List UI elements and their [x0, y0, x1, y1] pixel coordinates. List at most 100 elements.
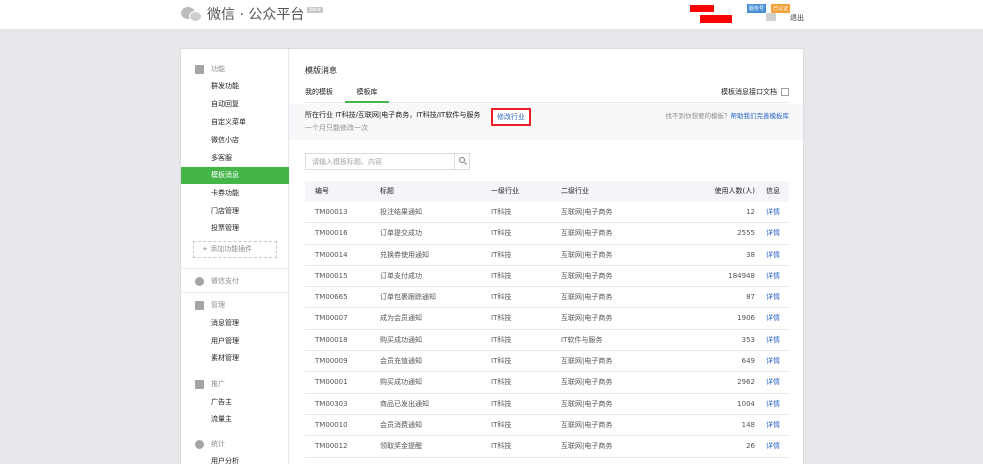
details-link[interactable]: 详情	[757, 245, 789, 265]
cell-title: 购买成功通知	[380, 335, 422, 344]
sidebar-group-wechat-pay[interactable]: 微信支付	[195, 276, 239, 286]
industry-panel: 所在行业 IT科技/互联网|电子商务，IT科技/IT软件与服务 修改行业 一个月…	[289, 104, 803, 140]
add-plugin-button[interactable]: + 添加功能插件	[193, 241, 277, 258]
modify-industry-button[interactable]: 修改行业	[491, 108, 531, 126]
sidebar: 功能 群发功能 自动回复 自定义菜单 微信小店 多客服 模板消息 卡券功能 门店…	[181, 49, 289, 464]
details-link[interactable]: 详情	[757, 223, 789, 243]
cell-industry-1: IT科技	[491, 420, 512, 429]
cell-users: 2555	[737, 229, 755, 238]
sidebar-item-customer-service[interactable]: 多客服	[181, 150, 289, 167]
cell-id: TM00009	[315, 357, 348, 366]
cell-industry-1: IT科技	[491, 229, 512, 238]
sidebar-item-auto-reply[interactable]: 自动回复	[181, 96, 289, 113]
details-link[interactable]: 详情	[757, 394, 789, 414]
cell-id: TM00010	[315, 420, 348, 429]
help-text: 找不到你想要的模板？帮助我们完善模板库	[665, 112, 790, 120]
document-icon	[781, 88, 789, 96]
cell-id: TM00012	[315, 442, 348, 451]
api-doc-link[interactable]: 模板消息接口文档	[721, 87, 789, 97]
cell-title: 兑换券使用通知	[380, 250, 429, 259]
cell-title: 会员消费通知	[380, 420, 422, 429]
help-improve-link[interactable]: 帮助我们完善模板库	[731, 112, 790, 120]
cell-industry-2: 互联网|电子商务	[561, 271, 613, 280]
sidebar-item-users[interactable]: 用户管理	[181, 333, 289, 350]
search-button[interactable]	[454, 154, 469, 169]
details-link[interactable]: 详情	[757, 287, 789, 307]
cell-title: 购买成功通知	[380, 378, 422, 387]
cell-industry-1: IT科技	[491, 399, 512, 408]
cell-industry-2: 互联网|电子商务	[561, 420, 613, 429]
cell-title: 投注结果通知	[380, 208, 422, 216]
cell-users: 148	[741, 420, 755, 429]
pie-chart-icon	[195, 439, 204, 449]
beta-badge: beta	[307, 7, 323, 13]
table-row: TM00013 投注结果通知 IT科技 互联网|电子商务 12 详情	[305, 202, 789, 224]
details-link[interactable]: 详情	[757, 202, 789, 222]
cell-title: 商品已发出通知	[380, 399, 429, 408]
details-link[interactable]: 详情	[757, 372, 789, 392]
sidebar-item-materials[interactable]: 素材管理	[181, 350, 289, 367]
tab-my-templates[interactable]: 我的模板	[305, 87, 333, 103]
sidebar-item-template-message[interactable]: 模板消息	[181, 167, 289, 184]
sidebar-item-shop[interactable]: 微信小店	[181, 132, 289, 149]
cell-title: 订单提交成功	[380, 229, 422, 238]
sidebar-group-features: 功能	[195, 64, 225, 74]
sidebar-item-coupons[interactable]: 卡券功能	[181, 185, 289, 202]
service-account-badge: 服务号	[747, 4, 767, 13]
cell-users: 87	[746, 293, 755, 302]
cell-industry-2: 互联网|电子商务	[561, 442, 613, 451]
cell-users: 649	[741, 357, 755, 366]
details-link[interactable]: 详情	[757, 351, 789, 371]
sidebar-item-stores[interactable]: 门店管理	[181, 203, 289, 220]
wechat-pay-icon	[195, 276, 204, 286]
search-input[interactable]	[306, 154, 454, 169]
cell-title: 订单包裹跟踪通知	[380, 293, 436, 302]
cell-title: 订单支付成功	[380, 271, 422, 280]
details-link[interactable]: 详情	[757, 330, 789, 350]
sidebar-item-custom-menu[interactable]: 自定义菜单	[181, 114, 289, 131]
cell-id: TM00018	[315, 335, 348, 344]
col-title: 标题	[380, 187, 394, 195]
table-row: TM00007 成为会员通知 IT科技 互联网|电子商务 1906 详情	[305, 308, 789, 330]
sidebar-group-manage: 管理	[195, 300, 225, 310]
sidebar-divider	[181, 268, 288, 269]
cell-industry-1: IT科技	[491, 293, 512, 302]
mail-icon[interactable]	[766, 13, 776, 21]
table-row: TM00012 领取奖金提醒 IT科技 互联网|电子商务 26 详情	[305, 436, 789, 458]
cell-id: TM00016	[315, 229, 348, 238]
cell-id: TM00015	[315, 271, 348, 280]
cell-id: TM00303	[315, 399, 348, 408]
table-row: TM00009 会员充值通知 IT科技 互联网|电子商务 649 详情	[305, 351, 789, 373]
sidebar-item-voting[interactable]: 投票管理	[181, 220, 289, 237]
sidebar-item-user-analytics[interactable]: 用户分析	[181, 453, 289, 464]
account-area: 服务号 已认证 退出	[690, 3, 810, 27]
details-link[interactable]: 详情	[757, 415, 789, 435]
cell-users: 26	[746, 442, 755, 451]
details-link[interactable]: 详情	[757, 308, 789, 328]
cell-users: 12	[746, 208, 755, 216]
sidebar-group-promotion: 推广	[195, 379, 225, 389]
tab-template-library[interactable]: 模板库	[345, 87, 389, 103]
wechat-logo[interactable]: 微信 · 公众平台 beta	[181, 4, 323, 24]
table-body: TM00013 投注结果通知 IT科技 互联网|电子商务 12 详情 TM00016 订单提交…	[305, 202, 789, 458]
cell-id: TM00007	[315, 314, 348, 323]
table-header: 编号 标题 一级行业 二级行业 使用人数(人) 信息	[305, 181, 789, 202]
sidebar-item-advertiser[interactable]: 广告主	[181, 394, 289, 411]
cell-industry-1: IT科技	[491, 271, 512, 280]
sidebar-item-messages[interactable]: 消息管理	[181, 315, 289, 332]
table-row: TM00001 购买成功通知 IT科技 互联网|电子商务 2962 详情	[305, 372, 789, 394]
sidebar-item-traffic-owner[interactable]: 流量主	[181, 411, 289, 428]
wechat-bubbles-icon	[181, 5, 203, 23]
logout-link[interactable]: 退出	[790, 13, 804, 23]
table-row: TM00015 订单支付成功 IT科技 互联网|电子商务 184948 详情	[305, 266, 789, 288]
cell-industry-1: IT科技	[491, 335, 512, 344]
cell-id: TM00001	[315, 378, 348, 387]
sidebar-item-broadcast[interactable]: 群发功能	[181, 78, 289, 95]
table-row: TM00014 兑换券使用通知 IT科技 互联网|电子商务 38 详情	[305, 245, 789, 266]
grid-icon	[195, 64, 204, 74]
details-link[interactable]: 详情	[757, 266, 789, 286]
details-link[interactable]: 详情	[757, 436, 789, 456]
cell-industry-2: 互联网|电子商务	[561, 378, 613, 387]
cell-industry-1: IT科技	[491, 314, 512, 323]
cell-industry-2: 互联网|电子商务	[561, 229, 613, 238]
